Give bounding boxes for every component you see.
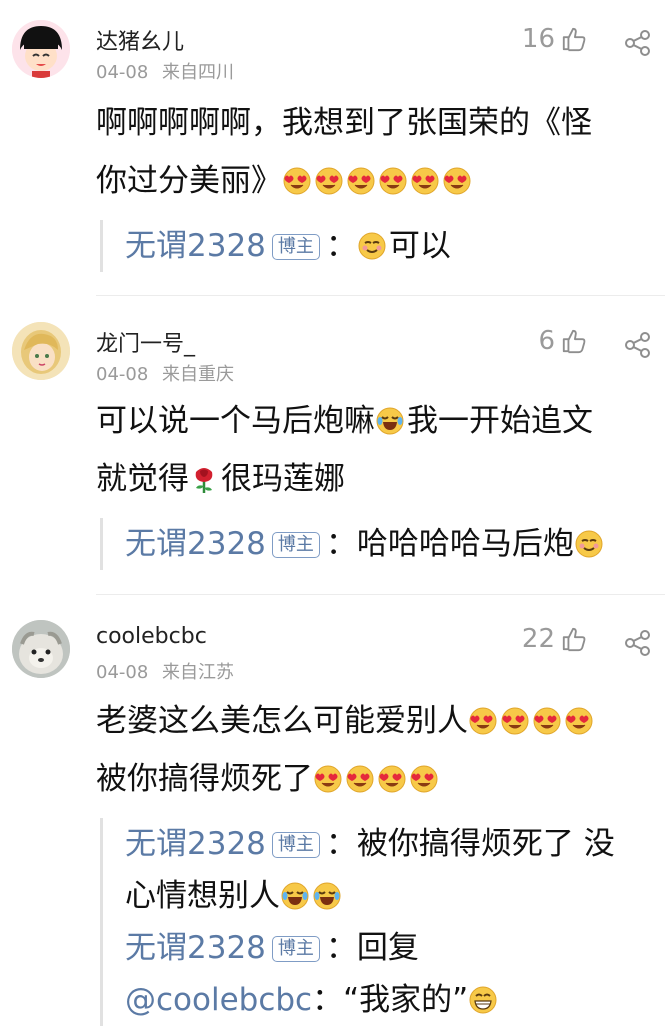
divider xyxy=(96,295,665,296)
comment-text-segment: 很玛莲娜 xyxy=(221,461,345,497)
username[interactable]: 龙门一号_ xyxy=(96,326,195,358)
laugh-cry-emoji-icon xyxy=(280,881,310,911)
reply-line: 心情想别人 xyxy=(125,870,653,922)
rose-emoji-icon xyxy=(189,464,219,494)
comment-location: 来自江苏 xyxy=(162,662,235,683)
reply-separator: ： xyxy=(312,982,344,1018)
reply-line: @coolebcbc：“我家的” xyxy=(125,974,653,1026)
heart-eyes-emoji-icon xyxy=(345,764,375,794)
heart-eyes-emoji-icon xyxy=(377,764,407,794)
heart-eyes-emoji-icon xyxy=(409,764,439,794)
like-button[interactable]: 22 xyxy=(522,624,587,654)
reply-block[interactable]: 无谓2328 博主： 可以 xyxy=(100,220,653,272)
smirk-emoji-icon xyxy=(574,529,604,559)
like-count: 6 xyxy=(538,326,555,356)
comment-date: 04-08 xyxy=(96,364,149,385)
laugh-cry-emoji-icon xyxy=(375,406,405,436)
like-count: 16 xyxy=(521,24,555,54)
reply-username[interactable]: 无谓2328 xyxy=(125,930,266,966)
reply-separator: ： xyxy=(325,526,357,562)
author-badge: 博主 xyxy=(271,832,320,858)
comment-item: 龙门一号_ 04-08 来自重庆 6 可以说一个马后炮嘛 我一开始追文 就觉得 很玛… xyxy=(0,322,665,592)
heart-eyes-emoji-icon xyxy=(564,706,594,736)
share-icon xyxy=(623,28,653,58)
heart-eyes-emoji-icon xyxy=(500,706,530,736)
comment-meta: 04-08 来自四川 xyxy=(96,58,234,84)
comment-text-segment: 被你搞得烦死了 xyxy=(96,761,313,797)
reply-text: 可以 xyxy=(388,228,451,264)
thumbs-up-icon xyxy=(561,626,587,652)
username[interactable]: coolebcbc xyxy=(96,624,207,649)
avatar[interactable] xyxy=(12,20,70,78)
author-badge: 博主 xyxy=(271,936,320,962)
share-button[interactable] xyxy=(623,330,653,360)
comment-item: coolebcbc 04-08 来自江苏 22 老婆这么美怎么可能爱别人 被你搞… xyxy=(0,620,665,1026)
comment-item: 达猪幺儿 04-08 来自四川 16 啊啊啊啊啊，我想到了张国荣的《怪 你过分美… xyxy=(0,20,665,300)
comment-text-line: 就觉得 很玛莲娜 xyxy=(96,450,653,508)
share-icon xyxy=(623,628,653,658)
comment-text-line: 啊啊啊啊啊，我想到了张国荣的《怪 xyxy=(96,105,592,141)
reply-text: “我家的” xyxy=(343,982,469,1018)
mention-link[interactable]: @coolebcbc xyxy=(125,982,312,1018)
heart-eyes-emoji-icon xyxy=(282,166,312,196)
reply-separator: ： xyxy=(325,826,357,862)
reply-separator: ： xyxy=(325,228,357,264)
reply-text: 被你搞得烦死了 没 xyxy=(356,826,615,862)
comment-text-line: 可以说一个马后炮嘛 我一开始追文 xyxy=(96,392,653,450)
share-button[interactable] xyxy=(623,628,653,658)
thumbs-up-icon xyxy=(561,328,587,354)
reply-block[interactable]: 无谓2328 博主 ：哈哈哈哈马后炮 xyxy=(100,518,653,570)
heart-eyes-emoji-icon xyxy=(468,706,498,736)
heart-eyes-emoji-icon xyxy=(314,166,344,196)
comment-text-line: 被你搞得烦死了 xyxy=(96,750,653,808)
reply-username[interactable]: 无谓2328 xyxy=(125,228,266,264)
like-button[interactable]: 6 xyxy=(538,326,587,356)
comment-text-segment: 就觉得 xyxy=(96,461,189,497)
smirk-emoji-icon xyxy=(357,231,387,261)
reply-text: 哈哈哈哈马后炮 xyxy=(356,526,574,562)
reply-block[interactable]: 无谓2328 博主 ：被你搞得烦死了 没 心情想别人 无谓2328 博主 ：回复 @co… xyxy=(100,818,653,1026)
comment-text-segment: 我一开始追文 xyxy=(407,403,593,439)
reply-line: 无谓2328 博主 ：被你搞得烦死了 没 xyxy=(125,818,653,870)
reply-line: 无谓2328 博主 ：回复 xyxy=(125,922,653,974)
avatar[interactable] xyxy=(12,620,70,678)
username[interactable]: 达猪幺儿 xyxy=(96,24,184,56)
avatar[interactable] xyxy=(12,322,70,380)
heart-eyes-emoji-icon xyxy=(410,166,440,196)
divider xyxy=(96,594,665,595)
heart-eyes-emoji-icon xyxy=(346,166,376,196)
reply-username[interactable]: 无谓2328 xyxy=(125,826,266,862)
comment-location: 来自重庆 xyxy=(162,364,235,385)
heart-eyes-emoji-icon xyxy=(378,166,408,196)
comment-text-segment: 老婆这么美怎么可能爱别人 xyxy=(96,703,468,739)
comment-location: 来自四川 xyxy=(162,62,235,83)
author-badge: 博主 xyxy=(271,234,320,260)
comment-text: 老婆这么美怎么可能爱别人 被你搞得烦死了 xyxy=(96,692,653,808)
comment-date: 04-08 xyxy=(96,62,149,83)
comment-text-segment: 你过分美丽》 xyxy=(96,163,282,199)
heart-eyes-emoji-icon xyxy=(532,706,562,736)
share-icon xyxy=(623,330,653,360)
like-button[interactable]: 16 xyxy=(522,24,587,54)
heart-eyes-emoji-icon xyxy=(313,764,343,794)
comment-meta: 04-08 来自江苏 xyxy=(96,658,234,684)
grin-emoji-icon xyxy=(468,985,498,1015)
reply-username[interactable]: 无谓2328 xyxy=(125,526,266,562)
comment-date: 04-08 xyxy=(96,662,149,683)
comment-meta: 04-08 来自重庆 xyxy=(96,360,234,386)
like-count: 22 xyxy=(521,624,555,654)
reply-text: 回复 xyxy=(356,930,419,966)
reply-separator: ： xyxy=(325,930,357,966)
heart-eyes-emoji-icon xyxy=(442,166,472,196)
comment-text: 可以说一个马后炮嘛 我一开始追文 就觉得 很玛莲娜 xyxy=(96,392,653,508)
reply-text: 心情想别人 xyxy=(125,878,280,914)
comment-text: 啊啊啊啊啊，我想到了张国荣的《怪 你过分美丽》 xyxy=(96,94,653,210)
laugh-cry-emoji-icon xyxy=(312,881,342,911)
share-button[interactable] xyxy=(623,28,653,58)
author-badge: 博主 xyxy=(271,532,320,558)
comment-text-line: 老婆这么美怎么可能爱别人 xyxy=(96,692,653,750)
comment-text-line: 你过分美丽》 xyxy=(96,152,653,210)
comment-text-segment: 可以说一个马后炮嘛 xyxy=(96,403,375,439)
thumbs-up-icon xyxy=(561,26,587,52)
